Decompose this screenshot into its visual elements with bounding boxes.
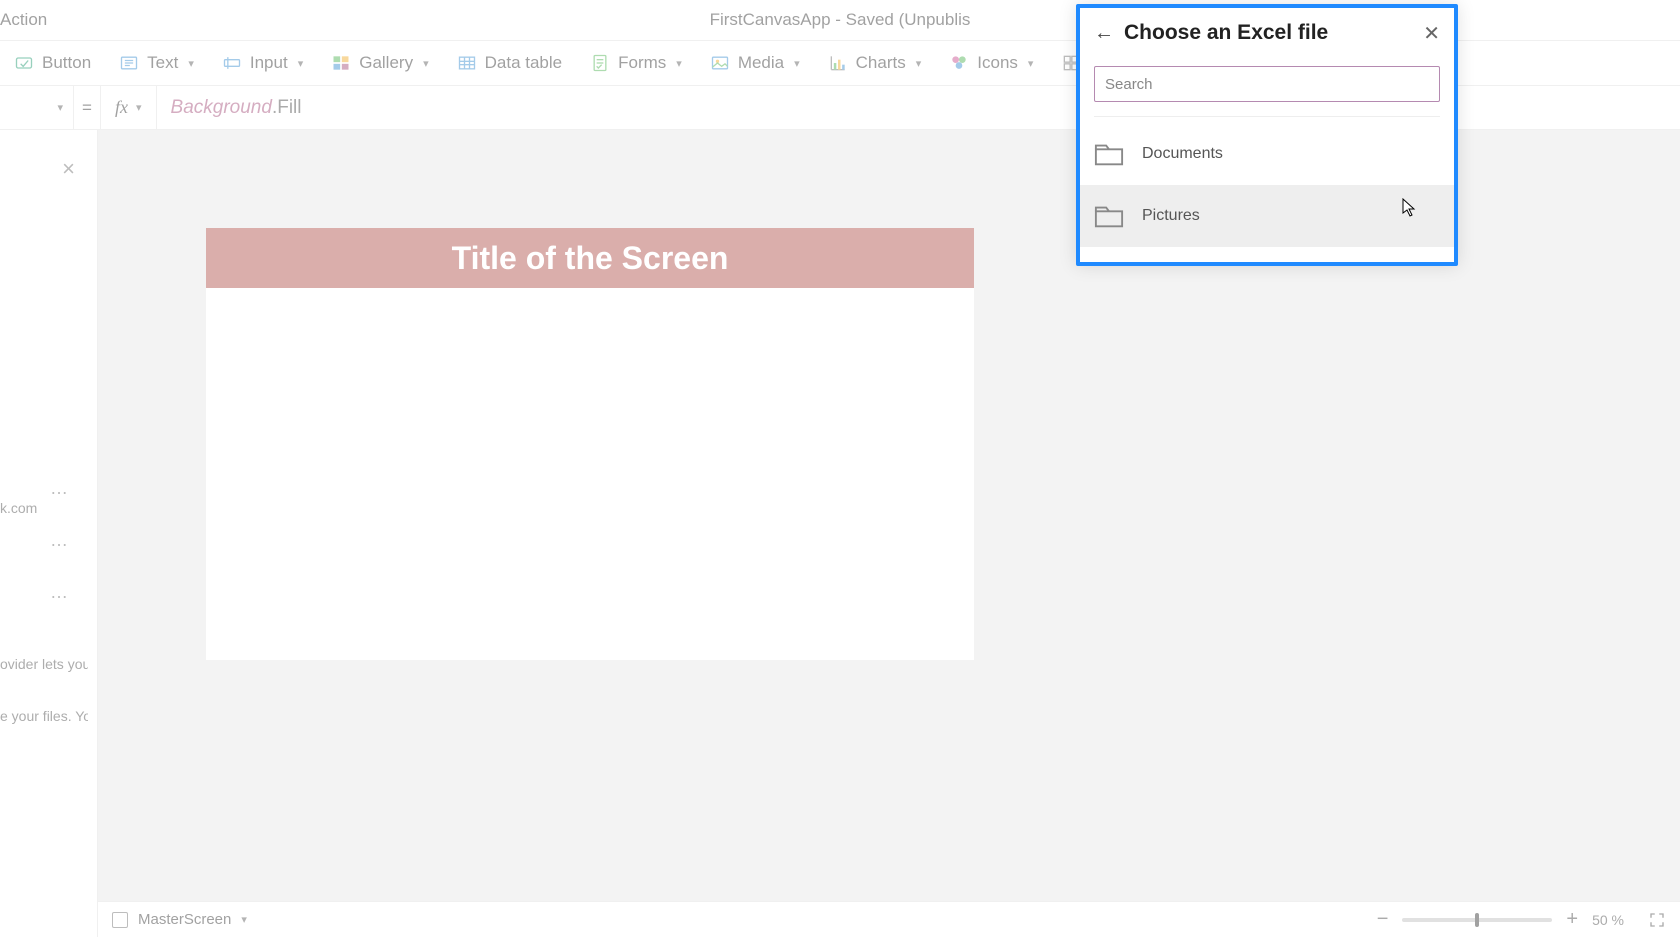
ribbon-datatable-label: Data table bbox=[485, 53, 563, 73]
ribbon-charts[interactable]: Charts ▾ bbox=[828, 53, 922, 73]
property-selector[interactable]: ▾ bbox=[0, 86, 74, 129]
folder-icon bbox=[1094, 203, 1124, 229]
fit-to-screen-icon[interactable] bbox=[1648, 911, 1666, 929]
folder-label: Documents bbox=[1142, 145, 1223, 163]
screen-checkbox[interactable] bbox=[112, 912, 128, 928]
screen-title-label: Title of the Screen bbox=[452, 240, 729, 277]
media-icon bbox=[710, 53, 730, 73]
chevron-down-icon: ▾ bbox=[296, 57, 304, 70]
connector-snippet: e your files. Yo... bbox=[0, 708, 88, 724]
left-panel: × k.com … … … ovider lets you ... e your… bbox=[0, 130, 98, 937]
chevron-down-icon: ▾ bbox=[1026, 57, 1034, 70]
folder-label: Pictures bbox=[1142, 207, 1200, 225]
charts-icon bbox=[828, 53, 848, 73]
zoom-out-button[interactable]: − bbox=[1377, 908, 1389, 931]
formula-object: Background bbox=[171, 97, 272, 118]
ribbon-forms-label: Forms bbox=[618, 53, 666, 73]
ribbon-datatable[interactable]: Data table bbox=[457, 53, 563, 73]
ribbon-forms[interactable]: Forms ▾ bbox=[590, 53, 682, 73]
zoom-value: 50 bbox=[1592, 912, 1608, 928]
connector-snippet: ovider lets you ... bbox=[0, 656, 88, 672]
more-icon[interactable]: … bbox=[50, 530, 70, 551]
connector-snippet: k.com bbox=[0, 500, 37, 516]
equals-label: = bbox=[74, 98, 100, 118]
panel-title: Choose an Excel file bbox=[1124, 21, 1328, 45]
chevron-down-icon: ▾ bbox=[186, 57, 194, 70]
chevron-down-icon: ▾ bbox=[674, 57, 682, 70]
chevron-down-icon: ▾ bbox=[128, 101, 142, 114]
folder-documents[interactable]: Documents bbox=[1080, 123, 1454, 185]
more-icon[interactable]: … bbox=[50, 478, 70, 499]
folder-icon bbox=[1094, 141, 1124, 167]
chevron-down-icon[interactable]: ▾ bbox=[231, 913, 247, 926]
ribbon-media-label: Media bbox=[738, 53, 784, 73]
chevron-down-icon: ▾ bbox=[914, 57, 922, 70]
zoom-pct-sign: % bbox=[1612, 912, 1624, 928]
icons-icon bbox=[949, 53, 969, 73]
ribbon-gallery-label: Gallery bbox=[359, 53, 413, 73]
ribbon-button-label: Button bbox=[42, 53, 91, 73]
folder-pictures[interactable]: Pictures bbox=[1080, 185, 1454, 247]
ribbon-media[interactable]: Media ▾ bbox=[710, 53, 800, 73]
action-tab[interactable]: Action bbox=[0, 10, 47, 30]
chevron-down-icon: ▾ bbox=[792, 57, 800, 70]
zoom-in-button[interactable]: + bbox=[1566, 908, 1578, 931]
datatable-icon bbox=[457, 53, 477, 73]
forms-icon bbox=[590, 53, 610, 73]
divider bbox=[1094, 116, 1440, 117]
back-button[interactable]: ← bbox=[1094, 23, 1114, 43]
fx-label: fx bbox=[115, 97, 128, 118]
ribbon-gallery[interactable]: Gallery ▾ bbox=[331, 53, 428, 73]
ribbon-charts-label: Charts bbox=[856, 53, 906, 73]
fx-button[interactable]: fx▾ bbox=[100, 86, 157, 129]
ribbon-button[interactable]: Button bbox=[14, 53, 91, 73]
gallery-icon bbox=[331, 53, 351, 73]
status-bar: MasterScreen ▾ − + 50 % bbox=[98, 901, 1680, 937]
chevron-down-icon: ▾ bbox=[421, 57, 429, 70]
excel-file-picker-panel: ← Choose an Excel file ✕ Documents Pictu… bbox=[1076, 4, 1458, 266]
ribbon-text[interactable]: Text ▾ bbox=[119, 53, 194, 73]
zoom-slider[interactable] bbox=[1402, 918, 1552, 922]
ribbon-text-label: Text bbox=[147, 53, 178, 73]
ribbon-input-label: Input bbox=[250, 53, 288, 73]
screen-selector[interactable]: MasterScreen bbox=[138, 911, 231, 928]
close-icon[interactable]: × bbox=[62, 156, 75, 182]
ribbon-icons[interactable]: Icons ▾ bbox=[949, 53, 1033, 73]
ribbon-icons-label: Icons bbox=[977, 53, 1018, 73]
text-icon bbox=[119, 53, 139, 73]
screen-preview[interactable]: Title of the Screen bbox=[206, 228, 974, 660]
ribbon-input[interactable]: Input ▾ bbox=[222, 53, 303, 73]
button-icon bbox=[14, 53, 34, 73]
screen-header[interactable]: Title of the Screen bbox=[206, 228, 974, 288]
formula-property: Fill bbox=[277, 97, 301, 118]
zoom-controls: − + 50 % bbox=[1377, 908, 1666, 931]
close-icon[interactable]: ✕ bbox=[1423, 21, 1440, 46]
input-icon bbox=[222, 53, 242, 73]
search-input[interactable] bbox=[1094, 66, 1440, 102]
more-icon[interactable]: … bbox=[50, 582, 70, 603]
